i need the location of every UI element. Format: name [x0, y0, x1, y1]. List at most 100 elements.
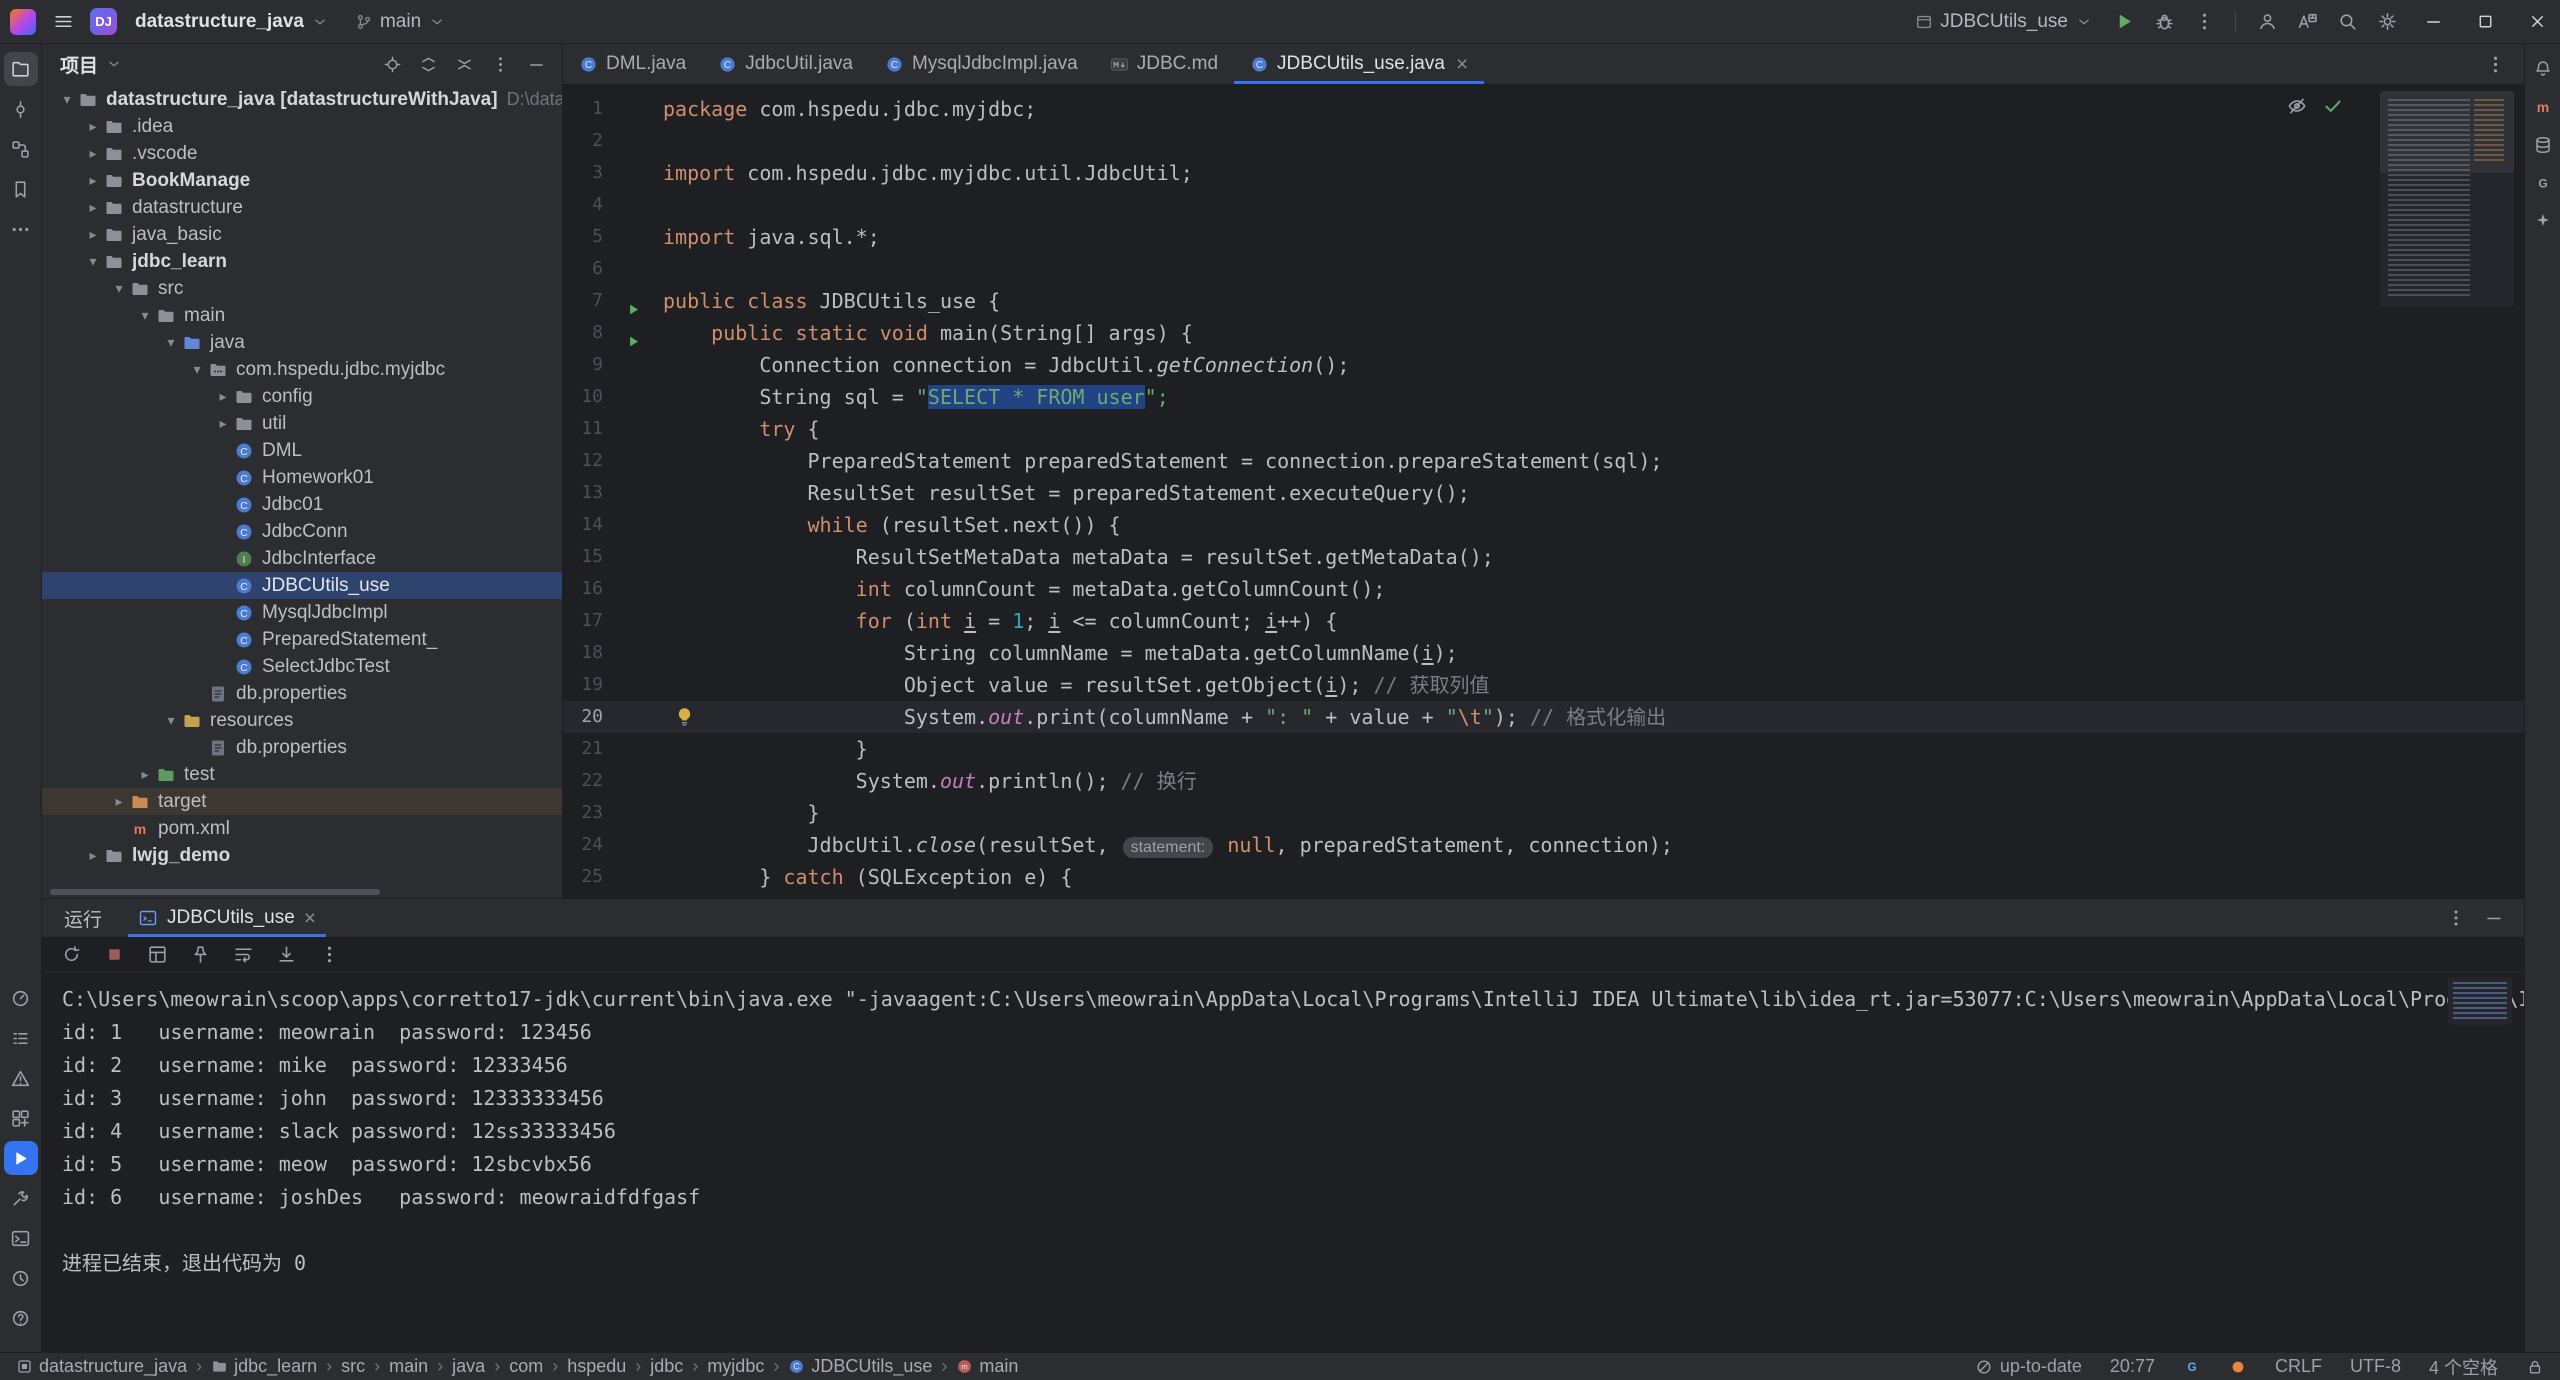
problems-tool-button[interactable] [4, 1061, 38, 1095]
intention-bulb-icon[interactable] [673, 705, 696, 728]
run-line-icon[interactable] [626, 326, 641, 341]
profiler-tool-button[interactable] [4, 981, 38, 1015]
pin-button[interactable] [187, 942, 213, 968]
terminal-tool-button[interactable] [4, 1221, 38, 1255]
tree-item-src[interactable]: ▾src [42, 275, 562, 302]
file-encoding[interactable]: UTF-8 [2350, 1356, 2401, 1377]
tree-item-db-properties[interactable]: db.properties [42, 734, 562, 761]
readonly-lock[interactable] [2526, 1358, 2544, 1376]
plugin-widget[interactable] [2229, 1358, 2247, 1376]
run-options-icon[interactable] [2446, 908, 2466, 928]
minimap-viewport[interactable] [2380, 91, 2514, 173]
window-minimize-button[interactable] [2410, 0, 2456, 44]
run-tool-button[interactable] [4, 1141, 38, 1175]
chevron-right-icon[interactable]: ▸ [82, 118, 104, 135]
sync-status[interactable]: up-to-date [1975, 1356, 2082, 1377]
gradle-tool-button[interactable]: G [2528, 168, 2558, 198]
gitee-widget[interactable]: G [2183, 1358, 2201, 1376]
tree-item-jdbc01[interactable]: CJdbc01 [42, 491, 562, 518]
hide-panel-button[interactable] [524, 52, 548, 76]
project-tool-button[interactable] [4, 52, 38, 86]
chevron-down-icon[interactable]: ▾ [56, 91, 78, 108]
chevron-down-icon[interactable]: ▾ [108, 280, 130, 297]
structure-tool-button[interactable] [4, 132, 38, 166]
console-minimap[interactable] [2448, 977, 2512, 1025]
more-options-button[interactable] [488, 52, 512, 76]
soft-wrap-button[interactable] [230, 942, 256, 968]
breadcrumb-java[interactable]: java [452, 1356, 485, 1377]
tree-item-datastructure[interactable]: ▸datastructure [42, 194, 562, 221]
line-separator[interactable]: CRLF [2275, 1356, 2322, 1377]
run-tab[interactable]: JDBCUtils_use × [128, 899, 326, 937]
chevron-down-icon[interactable]: ▾ [186, 361, 208, 378]
tree-item-mysqljdbcimpl[interactable]: CMysqlJdbcImpl [42, 599, 562, 626]
project-widget[interactable]: datastructure_java [127, 5, 337, 39]
tree-item-bookmanage[interactable]: ▸BookManage [42, 167, 562, 194]
help-tool-button[interactable] [4, 1301, 38, 1335]
more-button[interactable] [316, 942, 342, 968]
tree-item-pom-xml[interactable]: mpom.xml [42, 815, 562, 842]
tree-item-homework01[interactable]: CHomework01 [42, 464, 562, 491]
tree-item-idea[interactable]: ▸.idea [42, 113, 562, 140]
breadcrumb-jdbcutils-use[interactable]: CJDBCUtils_use [788, 1356, 932, 1377]
search-everywhere-icon[interactable] [2330, 5, 2364, 39]
tab-mysqljdbcimpl-java[interactable]: CMysqlJdbcImpl.java [869, 44, 1094, 84]
tree-item-java-basic[interactable]: ▸java_basic [42, 221, 562, 248]
tab-jdbcutils-use-java[interactable]: CJDBCUtils_use.java× [1234, 44, 1484, 84]
tab-close-icon[interactable]: × [1456, 54, 1468, 75]
bookmarks-tool-button[interactable] [4, 172, 38, 206]
ai-assistant-tool-button[interactable] [2528, 206, 2558, 236]
console-output[interactable]: C:\Users\meowrain\scoop\apps\corretto17-… [42, 973, 2524, 1352]
collapse-all-button[interactable] [452, 52, 476, 76]
tree-item-datastructure-java-datastructurewithjava[interactable]: ▾datastructure_java [datastructureWithJa… [42, 86, 562, 113]
maven-tool-button[interactable]: m [2528, 92, 2558, 122]
breadcrumb-main[interactable]: main [389, 1356, 428, 1377]
breadcrumb-jdbc-learn[interactable]: jdbc_learn [211, 1356, 317, 1377]
run-tab-close-icon[interactable]: × [304, 908, 316, 929]
more-actions-icon[interactable] [2187, 5, 2221, 39]
tree-item-test[interactable]: ▸test [42, 761, 562, 788]
tree-item-preparedstatement[interactable]: CPreparedStatement_ [42, 626, 562, 653]
chevron-right-icon[interactable]: ▸ [108, 793, 130, 810]
chevron-down-icon[interactable] [105, 55, 123, 73]
tree-item-jdbcconn[interactable]: CJdbcConn [42, 518, 562, 545]
run-hide-icon[interactable] [2484, 908, 2504, 928]
notifications-tool-button[interactable] [2528, 54, 2558, 84]
services-tool-button[interactable] [4, 1101, 38, 1135]
tree-item-lwjg-demo[interactable]: ▸lwjg_demo [42, 842, 562, 869]
main-menu-icon[interactable] [46, 5, 80, 39]
profile-icon[interactable] [2250, 5, 2284, 39]
window-maximize-button[interactable] [2462, 0, 2508, 44]
locate-file-button[interactable] [380, 52, 404, 76]
history-tool-button[interactable] [4, 1261, 38, 1295]
chevron-down-icon[interactable]: ▾ [82, 253, 104, 270]
window-close-button[interactable] [2514, 0, 2560, 44]
caret-position[interactable]: 20:77 [2110, 1356, 2155, 1377]
tree-item-config[interactable]: ▸config [42, 383, 562, 410]
inspections-widget[interactable] [2286, 95, 2344, 117]
more-tools-tool-button[interactable] [4, 212, 38, 246]
tree-item-target[interactable]: ▸target [42, 788, 562, 815]
breadcrumb-com[interactable]: com [509, 1356, 543, 1377]
scroll-to-end-button[interactable] [273, 942, 299, 968]
settings-icon[interactable] [2370, 5, 2404, 39]
breadcrumb-src[interactable]: src [341, 1356, 365, 1377]
chevron-down-icon[interactable]: ▾ [160, 334, 182, 351]
todo-tool-button[interactable] [4, 1021, 38, 1055]
expand-all-button[interactable] [416, 52, 440, 76]
breadcrumb-jdbc[interactable]: jdbc [650, 1356, 683, 1377]
branch-widget[interactable]: main [347, 5, 454, 39]
tree-item-main[interactable]: ▾main [42, 302, 562, 329]
chevron-right-icon[interactable]: ▸ [134, 766, 156, 783]
tree-item-dml[interactable]: CDML [42, 437, 562, 464]
tab-options-icon[interactable] [2478, 47, 2512, 81]
chevron-down-icon[interactable]: ▾ [160, 712, 182, 729]
run-config-widget[interactable]: JDBCUtils_use [1907, 5, 2101, 39]
tab-dml-java[interactable]: CDML.java [563, 44, 702, 84]
build-tool-button[interactable] [4, 1181, 38, 1215]
chevron-right-icon[interactable]: ▸ [212, 415, 234, 432]
tree-item-jdbc-learn[interactable]: ▾jdbc_learn [42, 248, 562, 275]
run-line-icon[interactable] [626, 294, 641, 309]
breadcrumb-datastructure-java[interactable]: datastructure_java [16, 1356, 187, 1377]
code-minimap[interactable] [2380, 91, 2514, 307]
